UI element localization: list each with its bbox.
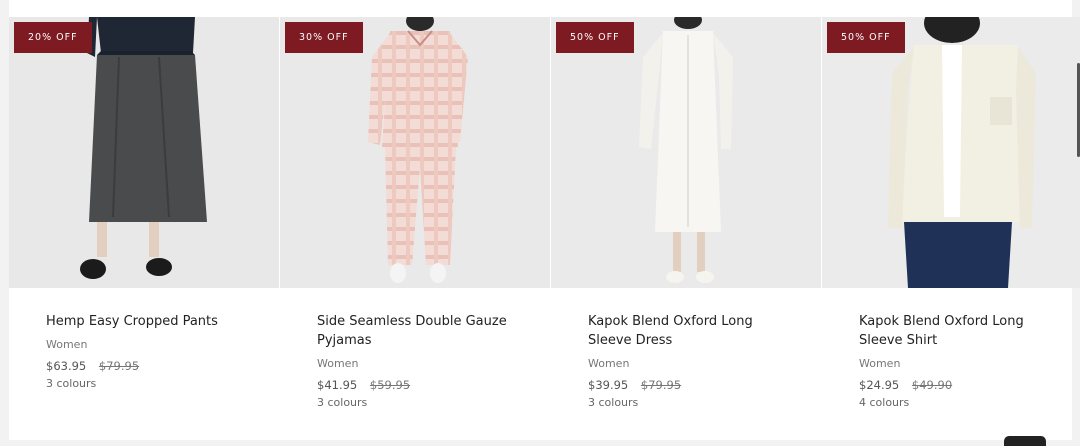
product-image[interactable]: 30% OFF <box>280 17 550 288</box>
product-photo-cropped-pants <box>9 17 279 288</box>
product-category: Women <box>588 357 630 370</box>
discount-badge: 20% OFF <box>14 22 92 53</box>
colour-count: 4 colours <box>859 396 910 409</box>
price-row: $63.95 $79.95 <box>46 359 241 373</box>
original-price: $79.95 <box>640 378 682 392</box>
product-photo-pyjamas <box>280 17 550 288</box>
product-image[interactable]: 20% OFF <box>9 17 279 288</box>
product-card-3[interactable]: 50% OFF Kapok Blend Oxford Long Sleeve D… <box>551 17 821 409</box>
sale-price: $41.95 <box>317 378 358 392</box>
product-photo-oxford-shirt <box>822 17 1080 288</box>
price-row: $39.95 $79.95 <box>588 378 783 392</box>
sale-price: $63.95 <box>46 359 87 373</box>
floating-widget-tab[interactable] <box>1004 436 1046 446</box>
colour-count: 3 colours <box>588 396 639 409</box>
product-category: Women <box>317 357 359 370</box>
discount-badge: 50% OFF <box>556 22 634 53</box>
discount-badge: 50% OFF <box>827 22 905 53</box>
original-price: $79.95 <box>98 359 140 373</box>
product-image[interactable]: 50% OFF <box>551 17 821 288</box>
price-row: $24.95 $49.90 <box>859 378 1054 392</box>
product-name[interactable]: Kapok Blend Oxford Long Sleeve Shirt <box>859 312 1054 350</box>
product-name[interactable]: Kapok Blend Oxford Long Sleeve Dress <box>588 312 783 350</box>
original-price: $59.95 <box>369 378 411 392</box>
colour-count: 3 colours <box>317 396 368 409</box>
discount-badge: 30% OFF <box>285 22 363 53</box>
product-photo-oxford-dress <box>551 17 821 288</box>
product-card-4[interactable]: 50% OFF Kapok Blend Oxford Long Sleeve S… <box>822 17 1080 409</box>
product-name[interactable]: Side Seamless Double Gauze Pyjamas <box>317 312 512 350</box>
colour-count: 3 colours <box>46 377 97 390</box>
product-card-2[interactable]: 30% OFF Side Seamless Double Gauze Pyjam… <box>280 17 550 409</box>
product-card-1[interactable]: 20% OFF Hemp Easy Cropped Pants Women $6… <box>9 17 279 409</box>
original-price: $49.90 <box>911 378 953 392</box>
product-category: Women <box>46 338 88 351</box>
product-grid: 20% OFF Hemp Easy Cropped Pants Women $6… <box>9 17 1080 409</box>
product-name[interactable]: Hemp Easy Cropped Pants <box>46 312 241 331</box>
product-image[interactable]: 50% OFF <box>822 17 1080 288</box>
sale-price: $39.95 <box>588 378 629 392</box>
product-category: Women <box>859 357 901 370</box>
sale-price: $24.95 <box>859 378 900 392</box>
price-row: $41.95 $59.95 <box>317 378 512 392</box>
